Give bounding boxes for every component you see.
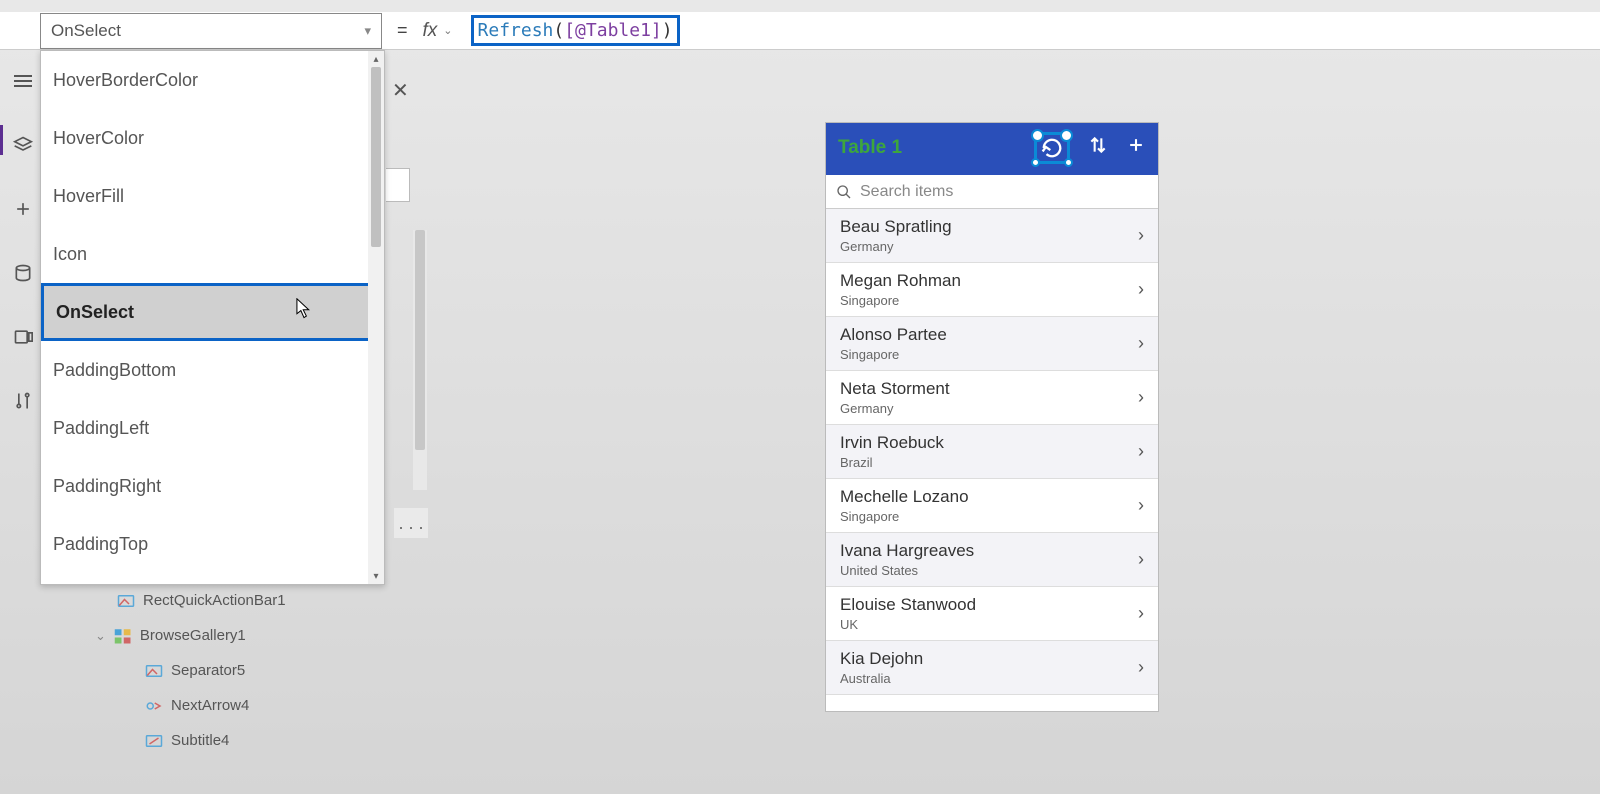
phone-title: Table 1	[838, 137, 902, 159]
gallery-item-name: Irvin Roebuck	[840, 433, 944, 453]
left-rail	[8, 70, 38, 412]
gallery-item-name: Neta Storment	[840, 379, 950, 399]
chevron-right-icon: ›	[1138, 225, 1144, 246]
gallery-item[interactable]: Alonso Partee Singapore ›	[826, 317, 1158, 371]
tree-view: RectQuickActionBar1 ⌄ BrowseGallery1 Separa…	[95, 592, 286, 767]
tree-label: RectQuickActionBar1	[143, 592, 286, 609]
property-dropdown: HoverBorderColorHoverColorHoverFillIconO…	[40, 50, 385, 585]
fx-label: fx	[423, 20, 438, 42]
search-icon	[836, 184, 852, 200]
field-edge	[386, 168, 410, 202]
property-select[interactable]: OnSelect ▾	[40, 13, 382, 49]
gallery-item-name: Tamica Trickett	[840, 711, 953, 712]
dropdown-item[interactable]: Icon	[41, 225, 384, 283]
gallery-item[interactable]: Megan Rohman Singapore ›	[826, 263, 1158, 317]
label-icon	[145, 733, 163, 749]
chevron-down-icon: ⌄	[95, 628, 106, 644]
gallery-item-subtitle: Singapore	[840, 347, 947, 362]
dropdown-item[interactable]: OnSelect	[41, 283, 384, 341]
dropdown-scrollbar[interactable]: ▴ ▾	[368, 51, 384, 584]
tree-row[interactable]: Subtitle4	[95, 732, 286, 749]
gallery-item[interactable]: Tamica Trickett›	[826, 695, 1158, 711]
gallery-item[interactable]: Mechelle Lozano Singapore ›	[826, 479, 1158, 533]
formula-input[interactable]: Refresh([@Table1])	[471, 13, 1600, 49]
gallery-item[interactable]: Elouise Stanwood UK ›	[826, 587, 1158, 641]
gallery: Beau Spratling Germany › Megan Rohman Singap…	[826, 209, 1158, 711]
dropdown-item[interactable]: HoverFill	[41, 167, 384, 225]
database-icon[interactable]	[12, 262, 34, 284]
gallery-item[interactable]: Ivana Hargreaves United States ›	[826, 533, 1158, 587]
gallery-item-subtitle: United States	[840, 563, 974, 578]
next-icon	[145, 698, 163, 714]
chevron-down-icon: ⌄	[443, 24, 452, 37]
gallery-item-subtitle: Australia	[840, 671, 923, 686]
gallery-item[interactable]: Kia Dejohn Australia ›	[826, 641, 1158, 695]
more-button[interactable]: . . .	[394, 508, 428, 538]
gallery-item-name: Kia Dejohn	[840, 649, 923, 669]
chevron-right-icon: ›	[1138, 333, 1144, 354]
dropdown-item[interactable]: HoverColor	[41, 109, 384, 167]
dropdown-item[interactable]: PaddingBottom	[41, 341, 384, 399]
tree-row[interactable]: NextArrow4	[95, 697, 286, 714]
chevron-right-icon: ›	[1138, 441, 1144, 462]
dropdown-item[interactable]: HoverBorderColor	[41, 51, 384, 109]
dropdown-item[interactable]: PaddingLeft	[41, 399, 384, 457]
phone-header: Table 1	[826, 123, 1158, 173]
chevron-right-icon: ›	[1138, 603, 1144, 624]
scroll-up-icon[interactable]: ▴	[368, 51, 384, 67]
gallery-item-subtitle: UK	[840, 617, 976, 632]
gallery-item-name: Megan Rohman	[840, 271, 961, 291]
gallery-icon	[114, 628, 132, 644]
chevron-right-icon: ›	[1138, 387, 1144, 408]
rect-icon	[117, 593, 135, 609]
chevron-right-icon: ›	[1138, 495, 1144, 516]
rect-icon	[145, 663, 163, 679]
gallery-item-subtitle: Germany	[840, 239, 952, 254]
property-select-value: OnSelect	[51, 21, 121, 41]
hamburger-icon[interactable]	[12, 70, 34, 92]
chevron-right-icon: ›	[1138, 279, 1144, 300]
phone-preview: Table 1 Search items Beau Spratling Germa…	[825, 122, 1159, 712]
dropdown-item[interactable]: PaddingTop	[41, 515, 384, 573]
chevron-right-icon: ›	[1138, 657, 1144, 678]
tree-label: BrowseGallery1	[140, 627, 246, 644]
chevron-down-icon: ▾	[364, 23, 371, 39]
tree-row[interactable]: RectQuickActionBar1	[95, 592, 286, 609]
gallery-item[interactable]: Neta Storment Germany ›	[826, 371, 1158, 425]
gallery-item-name: Ivana Hargreaves	[840, 541, 974, 561]
panel-scrollbar[interactable]	[413, 230, 427, 490]
gallery-item[interactable]: Irvin Roebuck Brazil ›	[826, 425, 1158, 479]
formula-text: Refresh([@Table1])	[471, 15, 680, 46]
search-box[interactable]: Search items	[826, 173, 1158, 209]
tools-icon[interactable]	[12, 390, 34, 412]
sort-icon[interactable]	[1088, 135, 1108, 161]
chevron-right-icon: ›	[1138, 549, 1144, 570]
scroll-down-icon[interactable]: ▾	[368, 568, 384, 584]
fx-button[interactable]: fx ⌄	[423, 20, 453, 42]
plus-icon[interactable]	[12, 198, 34, 220]
formula-bar: OnSelect ▾ = fx ⌄ Refresh([@Table1])	[0, 12, 1600, 50]
gallery-item-name: Mechelle Lozano	[840, 487, 969, 507]
tree-label: NextArrow4	[171, 697, 249, 714]
gallery-item[interactable]: Beau Spratling Germany ›	[826, 209, 1158, 263]
dropdown-item[interactable]: PaddingRight	[41, 457, 384, 515]
close-icon[interactable]: ✕	[392, 78, 409, 103]
media-icon[interactable]	[12, 326, 34, 348]
gallery-item-subtitle: Germany	[840, 401, 950, 416]
equals-label: =	[397, 20, 408, 41]
search-placeholder: Search items	[860, 183, 953, 201]
gallery-item-name: Alonso Partee	[840, 325, 947, 345]
gallery-item-name: Beau Spratling	[840, 217, 952, 237]
gallery-item-name: Elouise Stanwood	[840, 595, 976, 615]
plus-icon[interactable]	[1126, 135, 1146, 161]
gallery-item-subtitle: Brazil	[840, 455, 944, 470]
tree-label: Subtitle4	[171, 732, 229, 749]
refresh-icon[interactable]	[1034, 132, 1070, 164]
layers-icon[interactable]	[12, 134, 34, 156]
tree-row[interactable]: Separator5	[95, 662, 286, 679]
gallery-item-subtitle: Singapore	[840, 293, 961, 308]
tree-label: Separator5	[171, 662, 245, 679]
tree-row[interactable]: ⌄ BrowseGallery1	[95, 627, 286, 644]
gallery-item-subtitle: Singapore	[840, 509, 969, 524]
